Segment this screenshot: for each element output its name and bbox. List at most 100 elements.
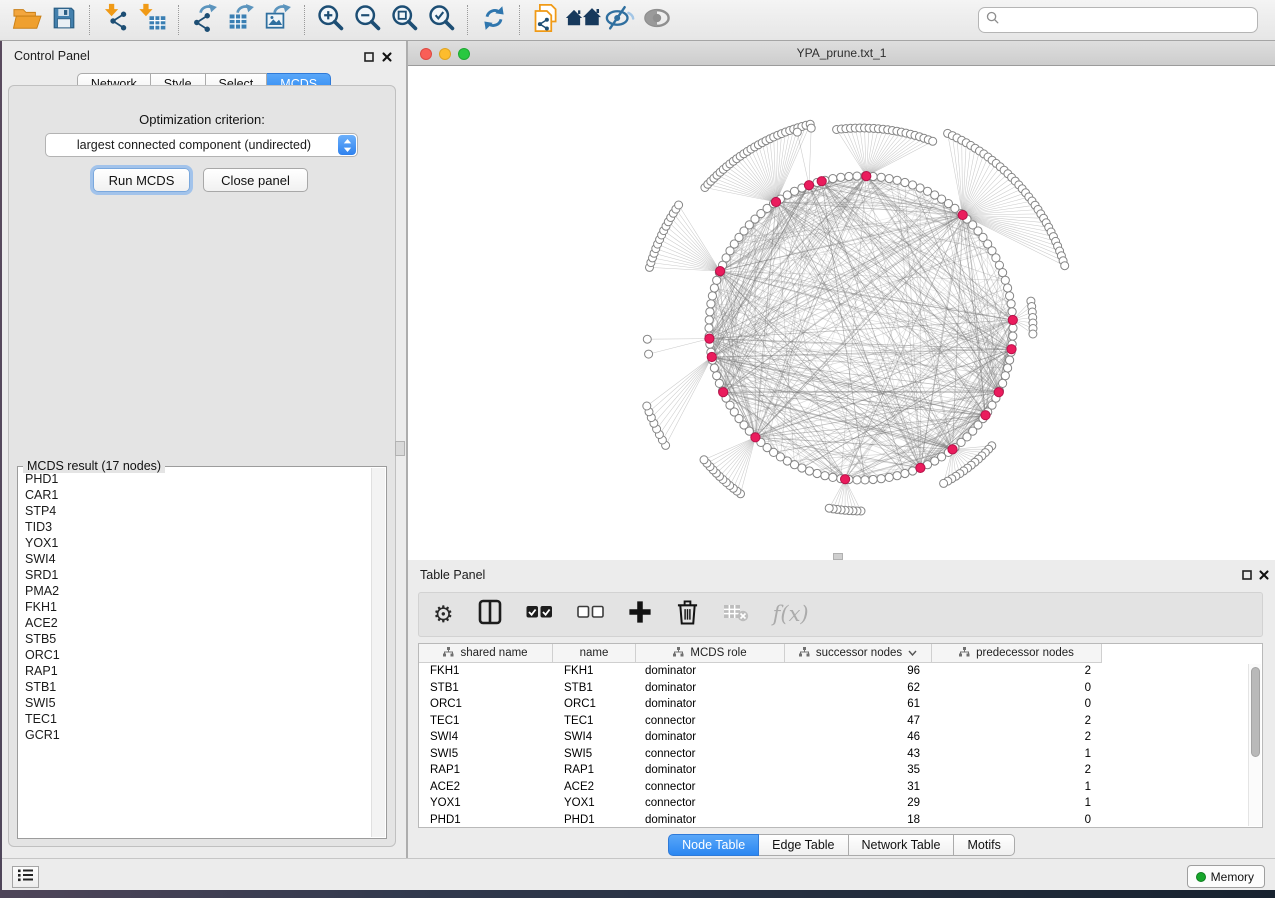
hide-graphics-details-button[interactable] [601, 3, 638, 37]
save-session-button[interactable] [45, 3, 82, 37]
columns-button[interactable] [478, 599, 502, 630]
network-node[interactable] [1007, 300, 1015, 308]
network-node[interactable] [901, 178, 909, 186]
column-header-name[interactable]: name [553, 644, 636, 663]
import-network-button[interactable] [97, 3, 134, 37]
network-node[interactable] [837, 173, 845, 181]
network-node[interactable] [845, 172, 853, 180]
network-node[interactable] [1009, 332, 1017, 340]
table-row[interactable]: STB1STB1dominator620 [419, 680, 1262, 697]
network-node[interactable] [807, 124, 815, 132]
network-node[interactable] [1009, 324, 1017, 332]
mcds-result-item[interactable]: SWI5 [20, 695, 370, 711]
network-node[interactable] [1001, 372, 1009, 380]
network-node[interactable] [861, 476, 869, 484]
network-node[interactable] [893, 176, 901, 184]
mcds-network-node[interactable] [916, 463, 925, 472]
network-node[interactable] [1061, 262, 1069, 270]
network-node[interactable] [1004, 284, 1012, 292]
search-input[interactable] [1004, 12, 1257, 28]
mcds-result-item[interactable]: STB5 [20, 631, 370, 647]
column-header-MCDS-role[interactable]: MCDS role [636, 644, 785, 663]
table-row[interactable]: PHD1PHD1dominator180 [419, 812, 1262, 829]
network-node[interactable] [869, 475, 877, 483]
mcds-result-item[interactable]: TEC1 [20, 711, 370, 727]
column-header-predecessor-nodes[interactable]: predecessor nodes [932, 644, 1102, 663]
run-mcds-button[interactable]: Run MCDS [93, 168, 190, 192]
mcds-network-node[interactable] [707, 352, 716, 361]
mcds-result-item[interactable]: STB1 [20, 679, 370, 695]
mcds-result-item[interactable]: RAP1 [20, 663, 370, 679]
zoom-in-button[interactable] [312, 3, 349, 37]
network-node[interactable] [793, 128, 801, 136]
tab-motifs[interactable]: Motifs [954, 834, 1014, 856]
mcds-network-node[interactable] [994, 388, 1003, 397]
float-panel-icon[interactable] [362, 50, 375, 63]
mcds-network-node[interactable] [981, 411, 990, 420]
deselect-all-button[interactable] [577, 601, 604, 628]
network-node[interactable] [893, 472, 901, 480]
close-panel-icon[interactable] [380, 50, 393, 63]
add-button[interactable] [628, 600, 652, 629]
mcds-result-item[interactable]: PMA2 [20, 583, 370, 599]
network-node[interactable] [1006, 292, 1014, 300]
table-scrollbar-thumb[interactable] [1251, 667, 1260, 757]
network-node[interactable] [707, 300, 715, 308]
houses-button[interactable] [564, 3, 601, 37]
mcds-result-item[interactable]: GCR1 [20, 727, 370, 743]
mcds-network-node[interactable] [817, 177, 826, 186]
export-image-button[interactable] [260, 3, 297, 37]
network-node[interactable] [929, 137, 937, 145]
mcds-result-item[interactable]: SWI4 [20, 551, 370, 567]
network-node[interactable] [1008, 308, 1016, 316]
network-node[interactable] [853, 172, 861, 180]
show-graphics-details-button[interactable] [638, 3, 675, 37]
table-scrollbar[interactable] [1248, 664, 1261, 826]
table-row[interactable]: YOX1YOX1connector291 [419, 795, 1262, 812]
network-node[interactable] [715, 379, 723, 387]
panel-divider-handle[interactable] [395, 441, 405, 456]
mcds-result-item[interactable]: SRD1 [20, 567, 370, 583]
close-panel-button[interactable]: Close panel [203, 168, 308, 192]
network-node[interactable] [700, 456, 708, 464]
network-node[interactable] [1029, 330, 1037, 338]
mcds-result-item[interactable]: ACE2 [20, 615, 370, 631]
network-node[interactable] [710, 284, 718, 292]
mcds-network-node[interactable] [804, 181, 813, 190]
network-node[interactable] [675, 201, 683, 209]
tab-edge-table[interactable]: Edge Table [759, 834, 848, 856]
network-node[interactable] [805, 467, 813, 475]
network-node[interactable] [877, 173, 885, 181]
network-node[interactable] [645, 350, 653, 358]
network-node[interactable] [813, 469, 821, 477]
mcds-result-item[interactable]: ORC1 [20, 647, 370, 663]
network-node[interactable] [877, 475, 885, 483]
export-network-button[interactable] [186, 3, 223, 37]
network-node[interactable] [829, 473, 837, 481]
mcds-result-item[interactable]: TID3 [20, 519, 370, 535]
column-header-shared-name[interactable]: shared name [419, 644, 553, 663]
mcds-result-item[interactable]: PHD1 [20, 471, 370, 487]
network-node[interactable] [705, 316, 713, 324]
network-node[interactable] [1006, 356, 1014, 364]
tab-node-table[interactable]: Node Table [668, 834, 759, 856]
mcds-network-node[interactable] [719, 388, 728, 397]
network-node[interactable] [1004, 364, 1012, 372]
column-header-successor-nodes[interactable]: successor nodes [785, 644, 932, 663]
network-node[interactable] [829, 175, 837, 183]
network-node[interactable] [713, 276, 721, 284]
zoom-out-button[interactable] [349, 3, 386, 37]
network-node[interactable] [901, 469, 909, 477]
network-node[interactable] [708, 292, 716, 300]
mcds-network-node[interactable] [948, 445, 957, 454]
table-row[interactable]: SWI4SWI4dominator462 [419, 729, 1262, 746]
mcds-network-node[interactable] [751, 433, 760, 442]
mcds-network-node[interactable] [716, 267, 725, 276]
settings-button[interactable]: ⚙ [433, 603, 454, 627]
network-node[interactable] [825, 504, 833, 512]
network-node[interactable] [643, 402, 651, 410]
network-node[interactable] [885, 175, 893, 183]
task-history-button[interactable] [12, 866, 39, 888]
zoom-selected-button[interactable] [423, 3, 460, 37]
table-row[interactable]: TEC1TEC1connector472 [419, 713, 1262, 730]
